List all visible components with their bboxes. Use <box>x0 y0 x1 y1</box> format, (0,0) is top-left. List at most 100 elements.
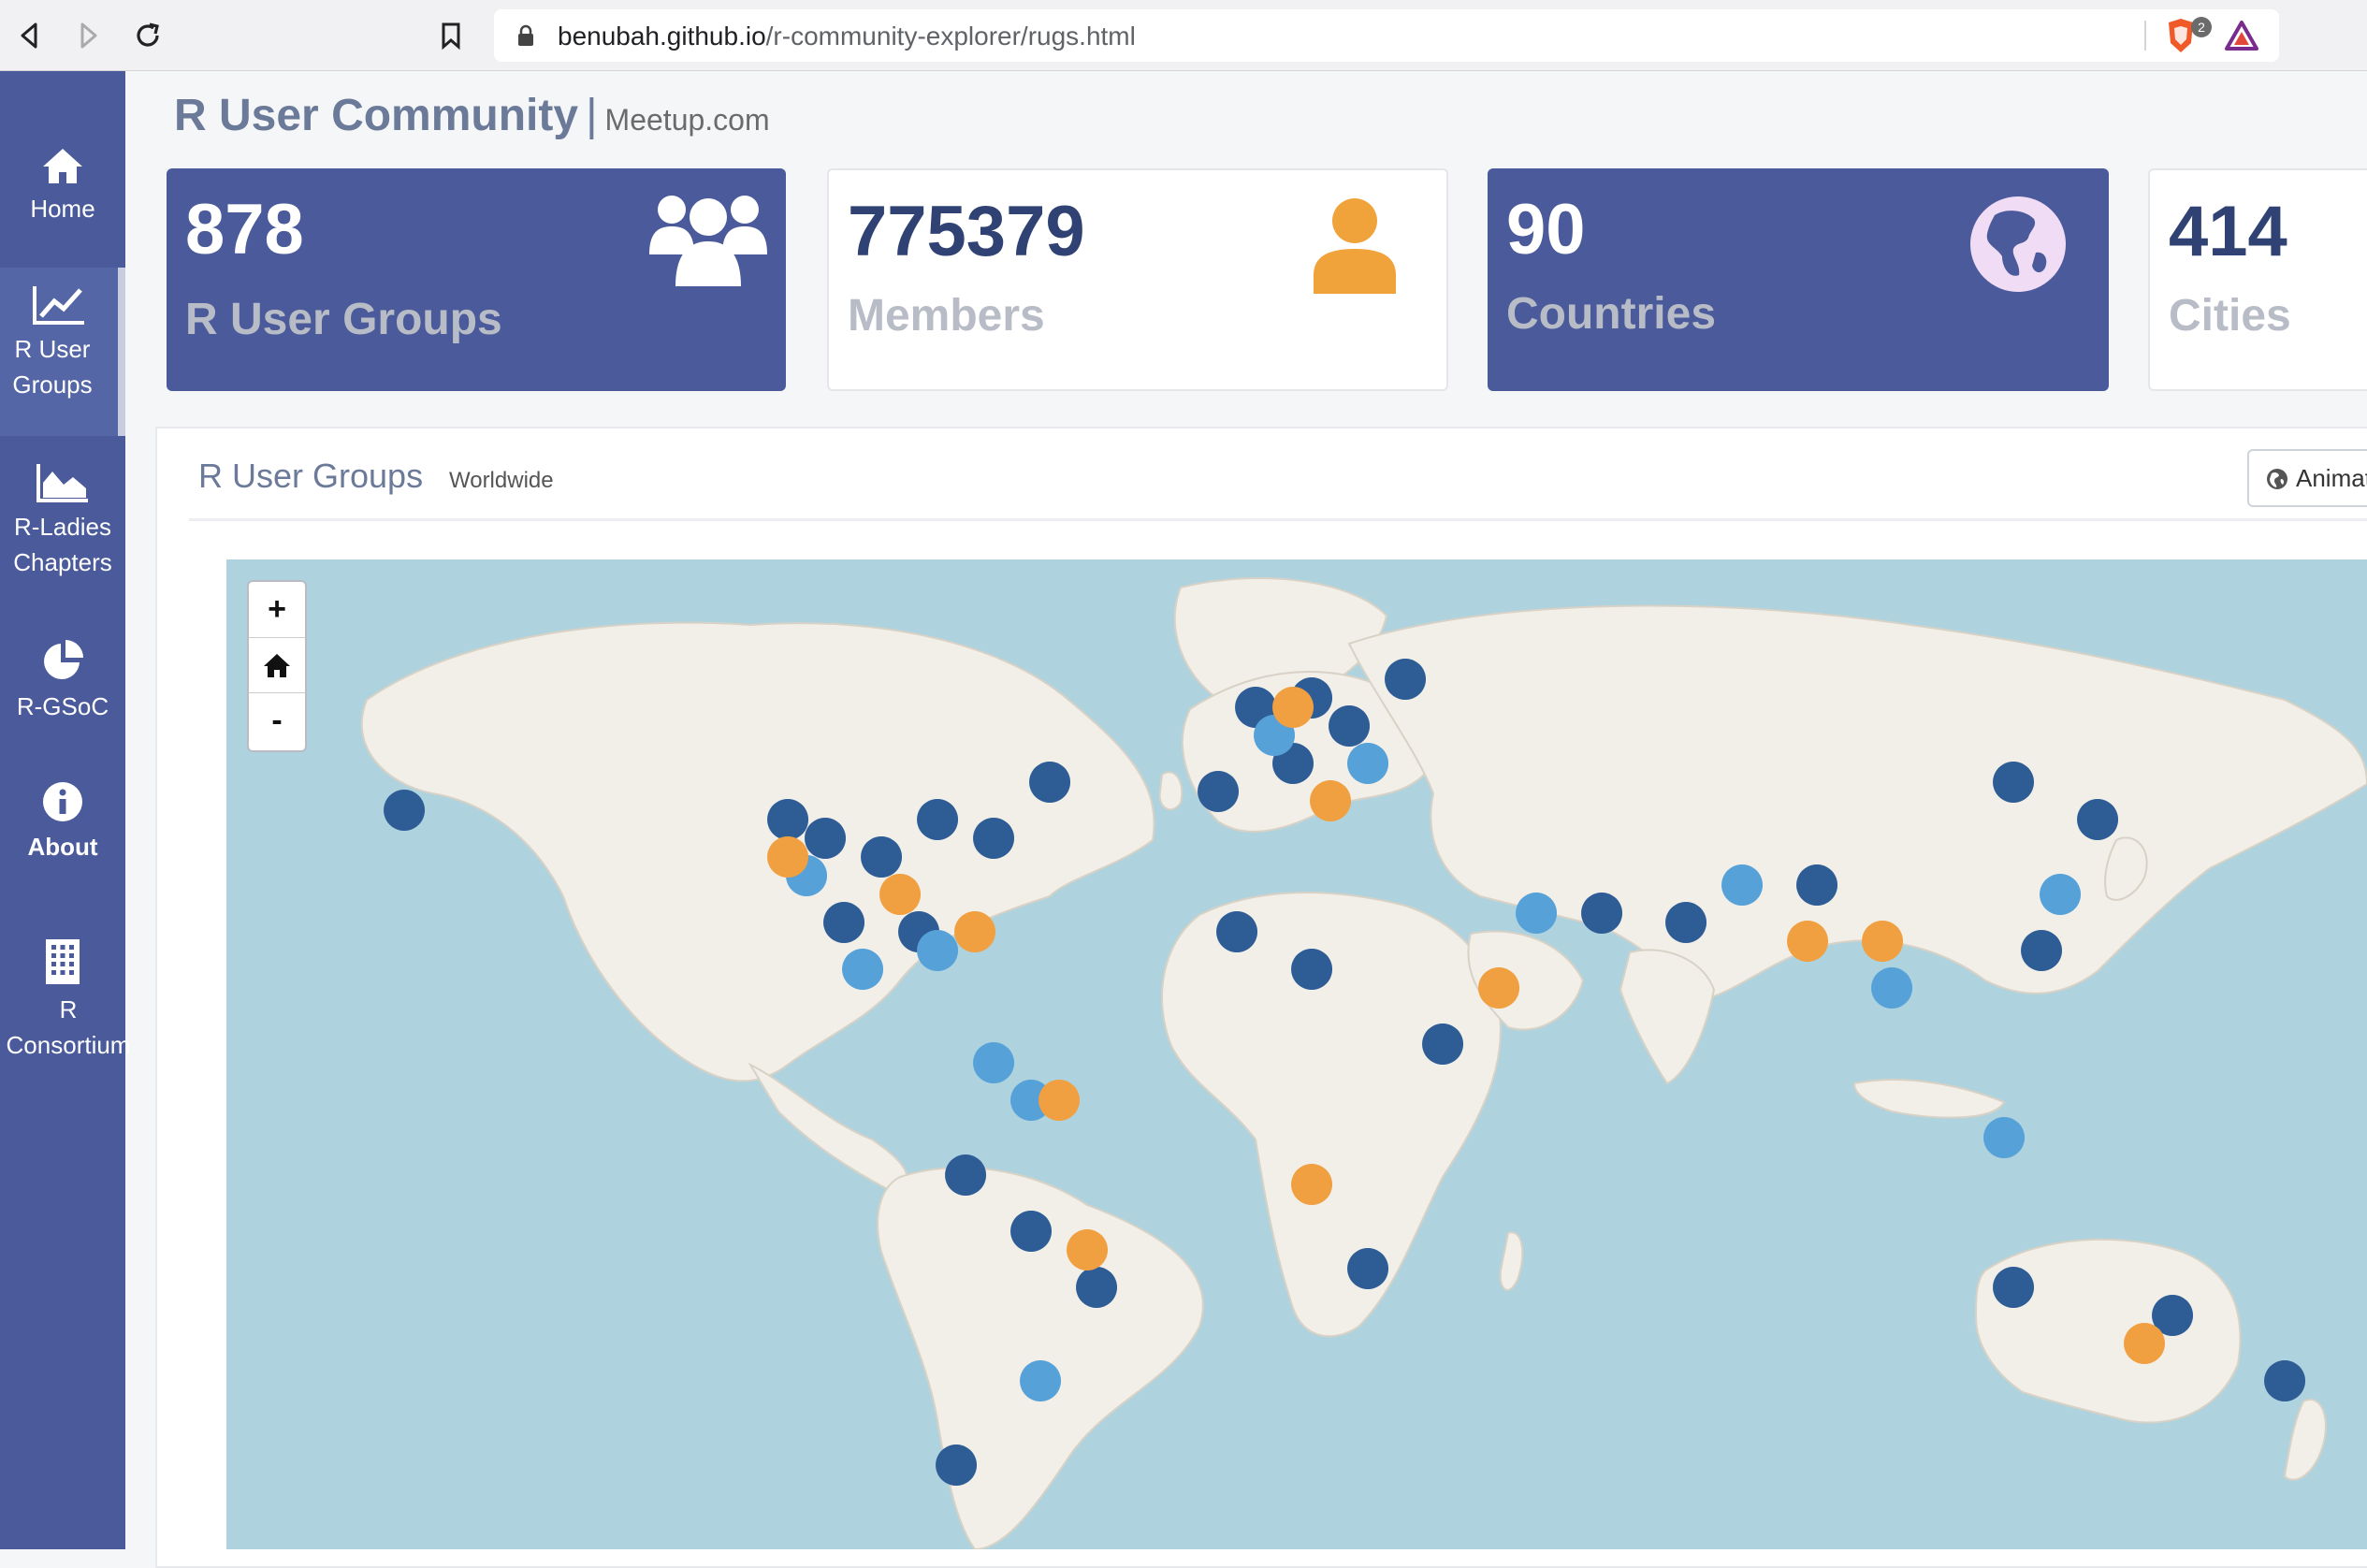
map-marker <box>1787 921 1829 962</box>
sidebar-item-about[interactable]: About <box>0 780 125 864</box>
map-marker <box>1983 1117 2026 1158</box>
world-map-basemap <box>360 577 2367 1549</box>
building-icon <box>46 939 80 984</box>
user-icon <box>1314 198 1396 294</box>
sidebar-item-label: R-GSoC <box>16 692 109 720</box>
panel-divider <box>189 518 2367 521</box>
map-marker <box>861 836 903 878</box>
stat-card-groups: 878 R User Groups <box>167 168 786 391</box>
pie-chart-icon <box>44 640 83 679</box>
map-marker <box>384 790 426 831</box>
map-marker <box>1478 967 1520 1009</box>
map-marker <box>1347 743 1389 784</box>
map-marker <box>2124 1323 2166 1364</box>
map-marker <box>767 836 809 878</box>
sidebar-item-r-consortium[interactable]: R Consortium <box>0 937 130 1063</box>
map-marker <box>1067 1229 1109 1270</box>
page-title: R User Community | Meetup.com <box>174 91 770 140</box>
stat-card-cities: 414 Cities <box>2148 168 2367 391</box>
map-marker <box>1422 1024 1464 1065</box>
address-divider <box>2144 21 2146 51</box>
animate-button-label: Animat <box>2296 464 2367 492</box>
sidebar: Home R User Groups R-Ladies Chapters R-G… <box>0 71 130 1549</box>
lock-icon <box>518 24 533 46</box>
forward-icon[interactable] <box>71 19 105 52</box>
stat-label: Countries <box>1506 289 1717 339</box>
map-zoom-control: + - <box>247 580 307 752</box>
map-marker <box>1862 921 1904 962</box>
map-marker <box>1385 659 1427 700</box>
map-marker <box>945 1154 987 1196</box>
map-marker <box>823 902 865 943</box>
sidebar-item-label: About <box>27 833 98 861</box>
map-marker <box>973 1042 1015 1083</box>
map-marker <box>1029 762 1071 803</box>
map-marker <box>1581 893 1623 934</box>
url-text: benubah.github.io/r-community-explorer/r… <box>558 22 1136 51</box>
map-marker <box>1010 1211 1053 1252</box>
bookmark-icon[interactable] <box>434 19 468 52</box>
map-marker <box>1272 687 1314 728</box>
panel-title: R User Groups <box>198 457 424 495</box>
map-marker <box>805 818 847 859</box>
zoom-in-button[interactable]: + <box>249 582 305 636</box>
stat-value: 775379 <box>848 192 1085 271</box>
stat-label: Members <box>848 291 1045 341</box>
sidebar-item-home[interactable]: Home <box>0 146 125 226</box>
map-marker <box>1721 864 1764 906</box>
map-marker <box>879 874 922 915</box>
stat-card-countries: 90 Countries <box>1488 168 2109 391</box>
map-marker <box>1076 1267 1118 1308</box>
globe-icon <box>1970 196 2066 292</box>
map-marker <box>1329 705 1371 747</box>
page-subtitle: Meetup.com <box>604 103 770 137</box>
globe-icon <box>2267 469 2287 489</box>
sidebar-item-label: R-Ladies Chapters <box>13 513 112 576</box>
area-chart-icon <box>36 464 88 502</box>
map-marker <box>1347 1248 1389 1289</box>
back-icon[interactable] <box>13 19 47 52</box>
line-chart-icon <box>33 286 84 325</box>
home-icon <box>43 149 82 183</box>
map-marker <box>2264 1360 2306 1401</box>
map-marker <box>2021 930 2063 971</box>
stat-label: Cities <box>2169 291 2291 341</box>
home-icon <box>264 654 290 677</box>
map-marker <box>1993 1267 2035 1308</box>
sidebar-item-label: R User Groups <box>12 335 93 399</box>
sidebar-item-r-gsoc[interactable]: R-GSoC <box>0 638 125 724</box>
map-marker <box>1038 1080 1081 1121</box>
address-bar[interactable]: benubah.github.io/r-community-explorer/r… <box>494 9 2279 62</box>
info-icon <box>43 782 82 821</box>
reload-icon[interactable] <box>131 19 165 52</box>
map-marker <box>1796 864 1838 906</box>
stat-value: 878 <box>185 190 304 269</box>
map-marker <box>917 930 959 971</box>
sidebar-item-r-ladies-chapters[interactable]: R-Ladies Chapters <box>0 462 125 580</box>
map-marker <box>842 949 884 990</box>
bat-rewards-icon[interactable] <box>2225 21 2258 51</box>
animate-button[interactable]: Animat <box>2247 449 2367 507</box>
map-marker <box>917 799 959 840</box>
map-marker <box>767 799 809 840</box>
map-marker <box>1310 780 1352 821</box>
map-marker <box>1291 1164 1333 1205</box>
map-marker <box>936 1445 978 1486</box>
zoom-out-button[interactable]: - <box>249 692 305 748</box>
map-marker <box>1020 1360 1062 1401</box>
stat-value: 90 <box>1506 190 1586 269</box>
stat-label: R User Groups <box>185 295 502 344</box>
map-marker <box>1216 911 1258 952</box>
map-marker <box>2040 874 2082 915</box>
map-marker <box>1198 771 1240 812</box>
map-marker <box>2077 799 2119 840</box>
world-map[interactable] <box>226 559 2367 1549</box>
sidebar-item-r-user-groups[interactable]: R User Groups <box>0 268 125 436</box>
map-marker <box>1993 762 2035 803</box>
panel-subtitle: Worldwide <box>449 468 554 493</box>
map-marker <box>1665 902 1707 943</box>
stat-card-members: 775379 Members <box>827 168 1448 391</box>
sidebar-item-label: R Consortium <box>6 995 131 1059</box>
zoom-home-button[interactable] <box>249 637 305 692</box>
browser-toolbar: benubah.github.io/r-community-explorer/r… <box>0 0 2367 71</box>
